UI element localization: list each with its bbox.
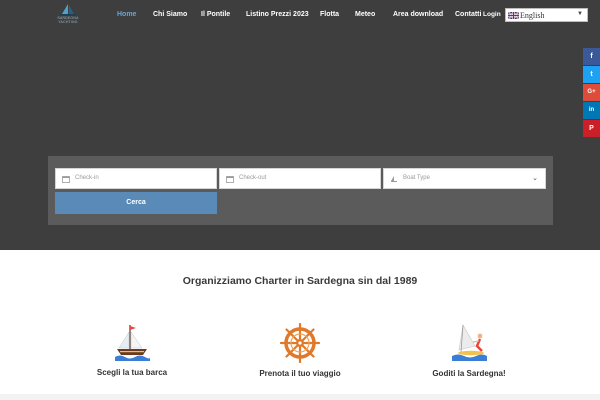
checkout-field[interactable]: Check-out (219, 168, 381, 189)
chevron-down-icon: ⌄ (532, 175, 538, 182)
google-plus-icon[interactable]: G+ (583, 84, 600, 101)
calendar-icon (226, 176, 234, 183)
nav-flotta[interactable]: Flotta (320, 11, 339, 18)
chevron-down-icon: ▼ (577, 11, 583, 17)
nav-home[interactable]: Home (117, 11, 136, 18)
checkin-placeholder: Check-in (75, 175, 99, 181)
windsurf-icon (452, 324, 487, 361)
language-select[interactable]: English ▼ (505, 8, 588, 22)
nav-meteo[interactable]: Meteo (355, 11, 375, 18)
nav-area-download[interactable]: Area download (393, 11, 443, 18)
hero-section: SARDEGNA YACHTING Home Chi Siamo Il Pont… (0, 0, 600, 250)
section-headline: Organizziamo Charter in Sardegna sin dal… (182, 275, 418, 287)
search-button[interactable]: Cerca (55, 192, 217, 214)
boat-type-icon (391, 176, 397, 182)
calendar-icon (62, 176, 70, 183)
boat-type-placeholder: Boat Type (403, 175, 430, 181)
booking-search-panel: Check-in Check-out Boat Type ⌄ Cerca (48, 156, 553, 225)
boat-type-select[interactable]: Boat Type ⌄ (383, 168, 546, 189)
sailboat-icon (115, 325, 150, 361)
nav-chi-siamo[interactable]: Chi Siamo (153, 11, 187, 18)
nav-listino-prezzi[interactable]: Listino Prezzi 2023 (246, 11, 309, 18)
feature-label-booking: Prenota il tuo viaggio (259, 369, 341, 378)
checkin-field[interactable]: Check-in (55, 168, 217, 189)
nav-il-pontile[interactable]: Il Pontile (201, 11, 230, 18)
facebook-icon[interactable]: f (583, 48, 600, 65)
checkout-placeholder: Check-out (239, 175, 267, 181)
feature-label-enjoy: Goditi la Sardegna! (432, 369, 506, 378)
ship-wheel-icon (280, 323, 320, 363)
footer-strip (0, 394, 600, 400)
twitter-icon[interactable]: t (583, 66, 600, 83)
uk-flag-icon (508, 12, 519, 19)
nav-contatti[interactable]: Contatti (455, 11, 481, 18)
feature-label-boat: Scegli la tua barca (96, 368, 168, 377)
social-share-bar: f t G+ in P (583, 48, 600, 138)
pinterest-icon[interactable]: P (583, 120, 600, 137)
linkedin-icon[interactable]: in (583, 102, 600, 119)
login-link[interactable]: Login (483, 11, 501, 18)
language-label: English (520, 11, 545, 20)
